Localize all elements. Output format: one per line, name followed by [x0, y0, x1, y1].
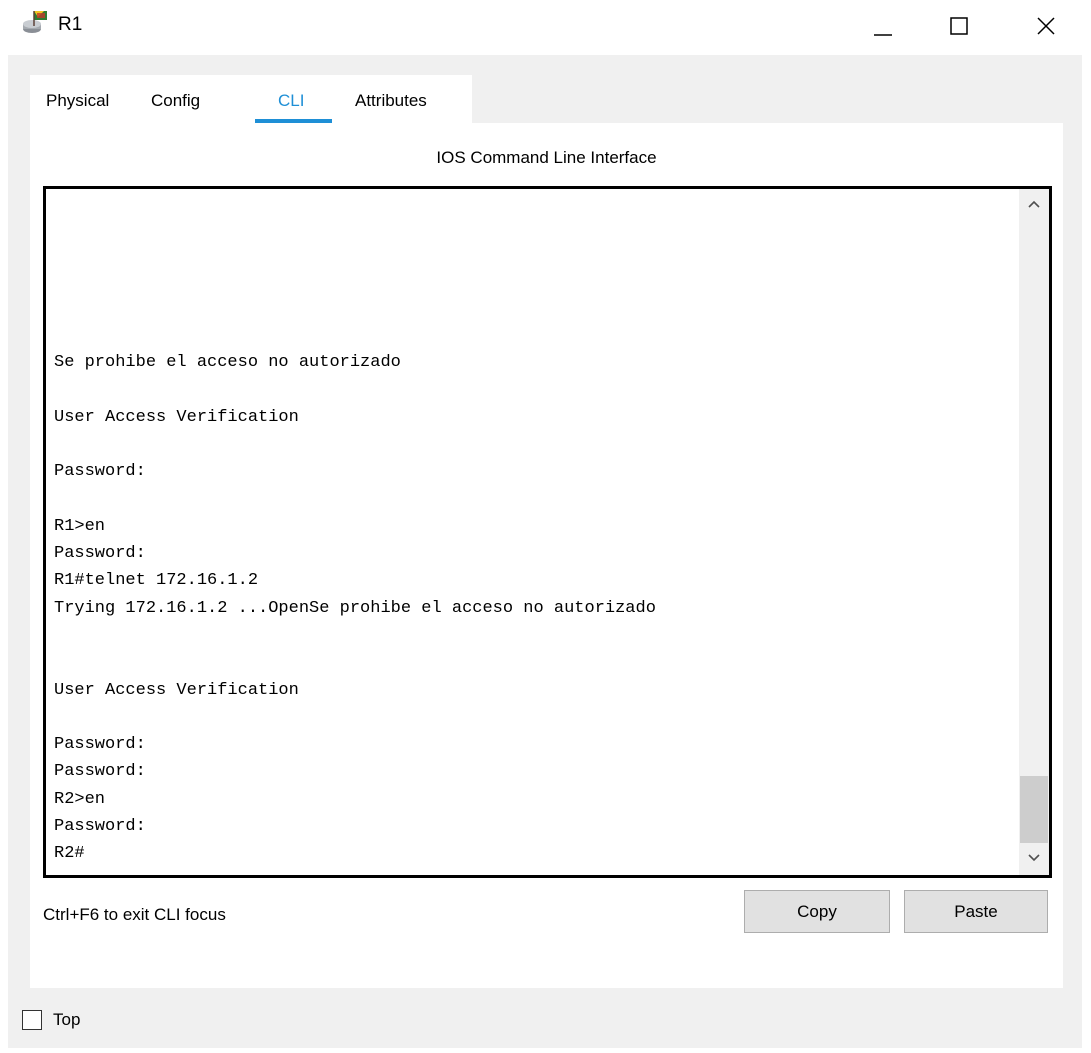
tab-strip: Physical Config CLI Attributes	[30, 75, 472, 124]
vertical-scrollbar[interactable]	[1019, 189, 1049, 875]
focus-hint: Ctrl+F6 to exit CLI focus	[43, 905, 226, 924]
terminal-line: Password:	[54, 735, 146, 755]
terminal-line: Password:	[54, 817, 146, 837]
top-checkbox-label: Top	[53, 1010, 81, 1029]
terminal-line: User Access Verification	[54, 407, 299, 427]
terminal-line: Password:	[54, 544, 146, 564]
chevron-up-icon[interactable]	[1028, 199, 1040, 209]
terminal-line: R1>en	[54, 516, 106, 536]
minimize-button[interactable]	[852, 0, 912, 52]
terminal-line: Se prohibe el acceso no autorizado	[54, 353, 401, 372]
paste-button[interactable]: Paste	[904, 890, 1048, 933]
minimize-icon	[874, 34, 892, 36]
close-icon	[1037, 17, 1055, 35]
window-title: R1	[58, 14, 83, 35]
router-icon	[20, 10, 50, 36]
chevron-down-icon[interactable]	[1028, 853, 1040, 863]
tab-attributes[interactable]: Attributes	[355, 91, 427, 111]
terminal-line: User Access Verification	[54, 680, 299, 700]
terminal-line: Password:	[54, 762, 146, 782]
terminal-line: R1#telnet 172.16.1.2	[54, 571, 259, 591]
top-checkbox[interactable]	[22, 1010, 42, 1030]
cli-terminal[interactable]: Se prohibe el acceso no autorizado User A…	[43, 186, 1052, 878]
panel-title: IOS Command Line Interface	[436, 148, 657, 167]
tab-physical[interactable]: Physical	[46, 91, 109, 111]
terminal-line: Trying 172.16.1.2 ...OpenSe prohibe el a…	[54, 598, 656, 618]
device-window: Physical Config CLI Attributes IOS Comma…	[8, 55, 1082, 1048]
terminal-line: R2#	[54, 844, 85, 864]
cli-panel: IOS Command Line Interface Se prohibe el…	[30, 123, 1063, 988]
terminal-output: Se prohibe el acceso no autorizado User A…	[54, 349, 656, 868]
copy-button[interactable]: Copy	[744, 890, 890, 933]
title-bar[interactable]: R1	[0, 0, 1091, 52]
maximize-icon	[950, 17, 968, 35]
tab-config[interactable]: Config	[151, 91, 200, 111]
scrollbar-thumb[interactable]	[1020, 776, 1048, 843]
tab-cli[interactable]: CLI	[278, 91, 304, 111]
terminal-line: R2>en	[54, 789, 106, 809]
close-button[interactable]	[1016, 0, 1076, 52]
terminal-line: Password:	[54, 462, 146, 482]
maximize-button[interactable]	[929, 0, 989, 52]
